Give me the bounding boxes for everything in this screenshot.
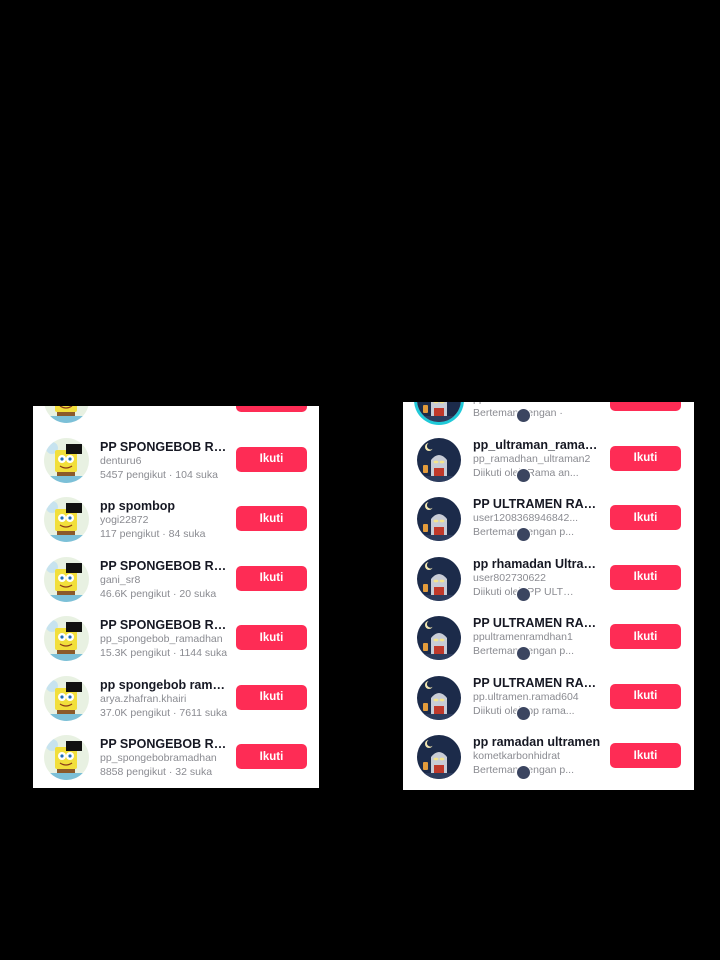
follow-button[interactable]: Ikuti [236, 565, 307, 591]
username: kometkarbonhidrat [473, 750, 560, 762]
ultraman-avatar-image [417, 675, 461, 720]
account-stats: 5457 pengikut · 104 suka [100, 468, 218, 481]
avatar[interactable] [417, 556, 461, 601]
list-item[interactable]: pp spombop yogi22872 117 pengikut · 84 s… [33, 489, 319, 549]
username: user802730622 [473, 571, 546, 584]
list-item[interactable]: PP ULTRAMAN RAMADHAN ppultramanramadan14… [403, 402, 694, 429]
mutual-friend-avatar [516, 705, 531, 721]
mutual-friend-avatar [516, 467, 531, 483]
mutual-friend-avatar [516, 527, 531, 542]
ultraman-avatar-image [417, 437, 461, 482]
list-item[interactable]: pp spongebob ramadhan arya.zhafran.khair… [33, 668, 319, 728]
account-stats: 8858 pengikut · 32 suka [100, 766, 213, 778]
account-name: pp spombop [100, 499, 175, 513]
list-item[interactable]: PP ULTRAMEN RAMADHAN ppultramenramdhan1 … [403, 607, 694, 667]
follow-button[interactable]: Ikuti [610, 683, 681, 709]
avatar[interactable] [44, 556, 89, 602]
username: pp_ramadhan_ultraman2 [473, 452, 591, 465]
avatar[interactable] [44, 616, 89, 661]
account-stats: 117 pengikut · 84 suka [100, 528, 206, 540]
avatar[interactable] [44, 497, 89, 542]
spongebob-avatar-image [44, 735, 89, 780]
account-name: PP ULTRAMEN RAMADHAN [473, 497, 601, 511]
account-stats: 15.3K pengikut · 1144 suka [100, 647, 228, 659]
mutual-friend-avatar [516, 408, 531, 423]
account-stats: 37.0K pengikut · 7611 suka [100, 706, 228, 719]
list-item[interactable]: PP ULTRAMEN RAMADHAN user1208368946842..… [403, 488, 694, 548]
username: pp_spongebobramadhan [100, 752, 217, 764]
avatar[interactable] [44, 735, 89, 780]
list-item[interactable]: PP SPONGEBOB RAMADHAN denturu6 5457 peng… [33, 430, 319, 490]
follow-button[interactable]: Ikuti [236, 744, 307, 769]
mutual-friend-avatar [516, 586, 531, 602]
list-item[interactable]: pp_ultraman_ramadhan pp_ramadhan_ultrama… [403, 429, 694, 489]
user-list: a.ril33 11.0K pengikut · 804 suka Ikuti … [33, 406, 319, 787]
ultraman-avatar-image [417, 616, 461, 660]
spongebob-avatar-image [44, 616, 89, 661]
follow-button[interactable]: Ikuti [610, 505, 681, 530]
ultraman-avatar-image [417, 556, 461, 601]
spongebob-avatar-image [44, 437, 89, 483]
account-name: PP ULTRAMEN RAMADHAN [473, 675, 601, 690]
account-name: PP SPONGEBOB RAMADHAN [100, 558, 230, 573]
list-item[interactable]: a.ril33 11.0K pengikut · 804 suka Ikuti [33, 406, 319, 430]
avatar[interactable] [44, 437, 89, 483]
spongebob-results-panel: a.ril33 11.0K pengikut · 804 suka Ikuti … [33, 406, 319, 788]
username: pp_spongebob_ramadhan [100, 633, 223, 645]
follow-button[interactable]: Ikuti [610, 445, 681, 471]
username: arya.zhafran.khairi [100, 692, 187, 705]
follow-button[interactable]: Ikuti [236, 406, 307, 412]
list-item[interactable]: pp ramadan ultramen kometkarbonhidrat Be… [403, 726, 694, 786]
account-name: PP SPONGEBOB RAMADHAN [100, 737, 230, 751]
username: user1208368946842... [473, 512, 579, 524]
avatar[interactable] [44, 675, 89, 721]
follow-button[interactable]: Ikuti [236, 625, 307, 650]
spongebob-avatar-image [44, 556, 89, 602]
spongebob-avatar-image [44, 675, 89, 721]
avatar[interactable] [417, 497, 461, 541]
list-item[interactable]: PP SPONGEBOB RAMADHAN pp_spongebob_ramad… [33, 608, 319, 668]
follow-button[interactable]: Ikuti [236, 506, 307, 531]
avatar[interactable] [417, 735, 461, 779]
account-name: pp spongebob ramadhan [100, 677, 230, 692]
list-item[interactable]: PP ULTRAMEN RAMADHAN pp.ultramen.ramad60… [403, 667, 694, 727]
username: denturu6 [100, 454, 142, 467]
username: pp.ultramen.ramad604 [473, 690, 579, 703]
ultraman-avatar-image [417, 735, 461, 779]
list-item[interactable]: PP SPONGEBOB RAMADHAN pp_spongebobramadh… [33, 727, 319, 787]
avatar[interactable] [417, 675, 461, 720]
avatar[interactable] [417, 402, 461, 422]
follow-button[interactable]: Ikuti [610, 564, 681, 590]
follow-button[interactable]: Ikuti [610, 624, 681, 649]
account-name: PP SPONGEBOB RAMADHAN [100, 439, 230, 454]
username: yogi22872 [100, 514, 149, 526]
avatar[interactable] [417, 616, 461, 660]
account-stats: 46.6K pengikut · 20 suka [100, 587, 217, 600]
follow-button[interactable]: Ikuti [236, 684, 307, 710]
mutual-friend-avatar [516, 646, 531, 661]
follow-button[interactable]: Ikuti [610, 743, 681, 768]
list-item[interactable]: pp rhamadan Ultraman user802730622 Diiku… [403, 548, 694, 608]
mutual-friend-avatar [516, 765, 531, 780]
avatar[interactable] [44, 406, 89, 423]
spongebob-avatar-image [44, 497, 89, 542]
avatar[interactable] [417, 437, 461, 482]
account-stats: 11.0K pengikut · 804 suka [100, 406, 230, 408]
ultraman-results-panel: PP ULTRAMAN RAMADHAN ppultramanramadan14… [403, 402, 694, 790]
user-list: PP ULTRAMAN RAMADHAN ppultramanramadan14… [403, 402, 694, 786]
account-name: pp_ultraman_ramadhan [473, 437, 601, 452]
follow-button[interactable]: Ikuti [610, 402, 681, 411]
ultraman-avatar-image [417, 497, 461, 541]
username: gani_sr8 [100, 573, 141, 586]
list-item[interactable]: PP SPONGEBOB RAMADHAN gani_sr8 46.6K pen… [33, 549, 319, 609]
account-name: pp rhamadan Ultraman [473, 556, 601, 571]
account-name: pp ramadan ultramen [473, 735, 601, 749]
username: ppultramenramdhan1 [473, 631, 573, 643]
ultraman-avatar-image [417, 402, 461, 422]
account-name: PP ULTRAMEN RAMADHAN [473, 616, 601, 630]
follow-button[interactable]: Ikuti [236, 446, 307, 472]
account-name: PP SPONGEBOB RAMADHAN [100, 618, 230, 632]
spongebob-avatar-image [44, 406, 89, 423]
